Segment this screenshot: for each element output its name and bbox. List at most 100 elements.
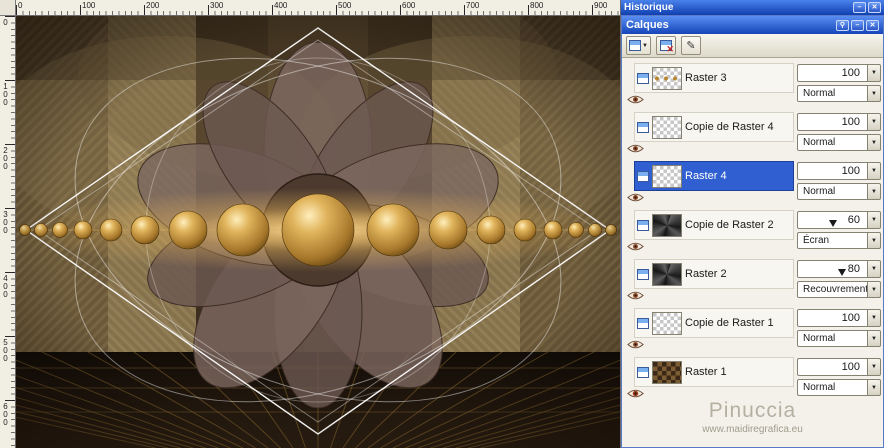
blend-mode-value: Normal xyxy=(803,137,836,148)
blend-mode-select[interactable]: Normal xyxy=(797,85,868,102)
layer-row-main: Copie de Raster 2 xyxy=(634,210,794,240)
blend-mode-value: Normal xyxy=(803,88,836,99)
layer-row-copie-de-raster-4[interactable]: Copie de Raster 4 xyxy=(624,109,795,158)
opacity-slider-handle[interactable] xyxy=(828,220,837,227)
new-layer-icon xyxy=(629,40,641,51)
visibility-eye-icon[interactable] xyxy=(627,143,645,155)
layer-controls: 100 ▼ Normal ▼ 100 ▼ Normal ▼ 100 ▼ Norm… xyxy=(797,60,881,403)
close-icon[interactable]: ✕ xyxy=(868,2,881,13)
blend-mode-value: Normal xyxy=(803,186,836,197)
historique-palette-titlebar[interactable]: Historique – ✕ xyxy=(621,0,884,15)
ruler-vertical: 0 100 200 300 400 500 600 xyxy=(0,16,16,448)
new-layer-button[interactable]: ▼ xyxy=(626,36,651,55)
layer-name: Raster 2 xyxy=(685,268,727,280)
visibility-eye-icon[interactable] xyxy=(627,339,645,351)
chevron-down-icon[interactable]: ▼ xyxy=(868,183,881,200)
pin-icon[interactable]: ⚲ xyxy=(836,19,849,31)
opacity-field[interactable]: 60 xyxy=(797,211,868,229)
opacity-field[interactable]: 80 xyxy=(797,260,868,278)
ruler-label: 300 xyxy=(1,210,10,234)
chevron-down-icon[interactable]: ▼ xyxy=(868,330,881,347)
layer-name: Raster 1 xyxy=(685,366,727,378)
ruler-label: 800 xyxy=(530,1,544,10)
edit-selection-button[interactable]: ✎ xyxy=(680,36,701,55)
layer-name: Raster 4 xyxy=(685,170,727,182)
visibility-eye-icon[interactable] xyxy=(627,94,645,106)
close-icon[interactable]: ✕ xyxy=(866,19,879,31)
chevron-down-icon[interactable]: ▼ xyxy=(868,260,881,278)
layer-row-raster-1[interactable]: Raster 1 xyxy=(624,354,795,403)
opacity-value: 100 xyxy=(841,312,860,324)
layer-type-icon xyxy=(637,72,649,84)
opacity-field[interactable]: 100 xyxy=(797,162,868,180)
layer-type-icon xyxy=(637,121,649,133)
layers-toolbar: ▼ ✕ ✎ xyxy=(622,34,883,58)
opacity-field[interactable]: 100 xyxy=(797,358,868,376)
layers-list: Raster 3 Copie de Raster 4 Raster 4 Copi… xyxy=(622,58,883,447)
blend-mode-value: Normal xyxy=(803,382,836,393)
visibility-eye-icon[interactable] xyxy=(627,290,645,302)
layer-row-raster-4[interactable]: Raster 4 xyxy=(624,158,795,207)
layer-row-main: Raster 3 xyxy=(634,63,794,93)
blend-mode-select[interactable]: Normal xyxy=(797,330,868,347)
layer-row-raster-2[interactable]: Raster 2 xyxy=(624,256,795,305)
blend-mode-select[interactable]: Normal xyxy=(797,379,868,396)
controls-copie-de-raster-2: 60 ▼ Écran ▼ xyxy=(797,207,881,256)
layer-thumbnail xyxy=(652,311,682,335)
visibility-eye-icon[interactable] xyxy=(627,192,645,204)
chevron-down-icon: ▼ xyxy=(642,42,648,49)
layer-row-copie-de-raster-1[interactable]: Copie de Raster 1 xyxy=(624,305,795,354)
blend-mode-select[interactable]: Écran xyxy=(797,232,868,249)
opacity-value: 100 xyxy=(841,116,860,128)
layer-row-raster-3[interactable]: Raster 3 xyxy=(624,60,795,109)
layer-row-main: Raster 2 xyxy=(634,259,794,289)
chevron-down-icon[interactable]: ▼ xyxy=(868,232,881,249)
layer-row-main: Copie de Raster 1 xyxy=(634,308,794,338)
chevron-down-icon[interactable]: ▼ xyxy=(868,281,881,298)
chevron-down-icon[interactable]: ▼ xyxy=(868,64,881,82)
controls-copie-de-raster-4: 100 ▼ Normal ▼ xyxy=(797,109,881,158)
layer-thumbnail xyxy=(652,164,682,188)
ruler-label: 600 xyxy=(1,402,10,426)
visibility-eye-icon[interactable] xyxy=(627,241,645,253)
blend-mode-select[interactable]: Normal xyxy=(797,183,868,200)
chevron-down-icon[interactable]: ▼ xyxy=(868,211,881,229)
chevron-down-icon[interactable]: ▼ xyxy=(868,309,881,327)
chevron-down-icon[interactable]: ▼ xyxy=(868,162,881,180)
blend-mode-select[interactable]: Normal xyxy=(797,134,868,151)
canvas-image[interactable] xyxy=(0,0,749,448)
pencil-icon: ✎ xyxy=(686,40,696,52)
watermark-site: www.maidiregrafica.eu xyxy=(702,424,803,435)
layer-type-icon xyxy=(637,268,649,280)
opacity-field[interactable]: 100 xyxy=(797,113,868,131)
layer-type-icon xyxy=(637,170,649,182)
minimize-icon[interactable]: – xyxy=(851,19,864,31)
chevron-down-icon[interactable]: ▼ xyxy=(868,379,881,396)
chevron-down-icon[interactable]: ▼ xyxy=(868,358,881,376)
opacity-field[interactable]: 100 xyxy=(797,309,868,327)
controls-raster-4: 100 ▼ Normal ▼ xyxy=(797,158,881,207)
layer-name: Copie de Raster 1 xyxy=(685,317,774,329)
calques-title: Calques xyxy=(626,19,669,31)
blend-mode-select[interactable]: Recouvrement xyxy=(797,281,868,298)
fractal-artwork xyxy=(0,0,749,448)
controls-raster-2: 80 ▼ Recouvrement ▼ xyxy=(797,256,881,305)
delete-layer-button[interactable]: ✕ xyxy=(655,36,676,55)
opacity-slider-handle[interactable] xyxy=(838,269,847,276)
ruler-label: 300 xyxy=(210,1,224,10)
layer-type-icon xyxy=(637,317,649,329)
controls-copie-de-raster-1: 100 ▼ Normal ▼ xyxy=(797,305,881,354)
minimize-icon[interactable]: – xyxy=(853,2,866,13)
visibility-eye-icon[interactable] xyxy=(627,388,645,400)
calques-palette-titlebar[interactable]: Calques ⚲ – ✕ xyxy=(622,16,883,34)
ruler-label: 400 xyxy=(1,274,10,298)
layer-name: Copie de Raster 4 xyxy=(685,121,774,133)
chevron-down-icon[interactable]: ▼ xyxy=(868,85,881,102)
chevron-down-icon[interactable]: ▼ xyxy=(868,113,881,131)
layer-name: Raster 3 xyxy=(685,72,727,84)
opacity-value: 100 xyxy=(841,165,860,177)
layer-row-copie-de-raster-2[interactable]: Copie de Raster 2 xyxy=(624,207,795,256)
chevron-down-icon[interactable]: ▼ xyxy=(868,134,881,151)
layer-row-main: Copie de Raster 4 xyxy=(634,112,794,142)
opacity-field[interactable]: 100 xyxy=(797,64,868,82)
